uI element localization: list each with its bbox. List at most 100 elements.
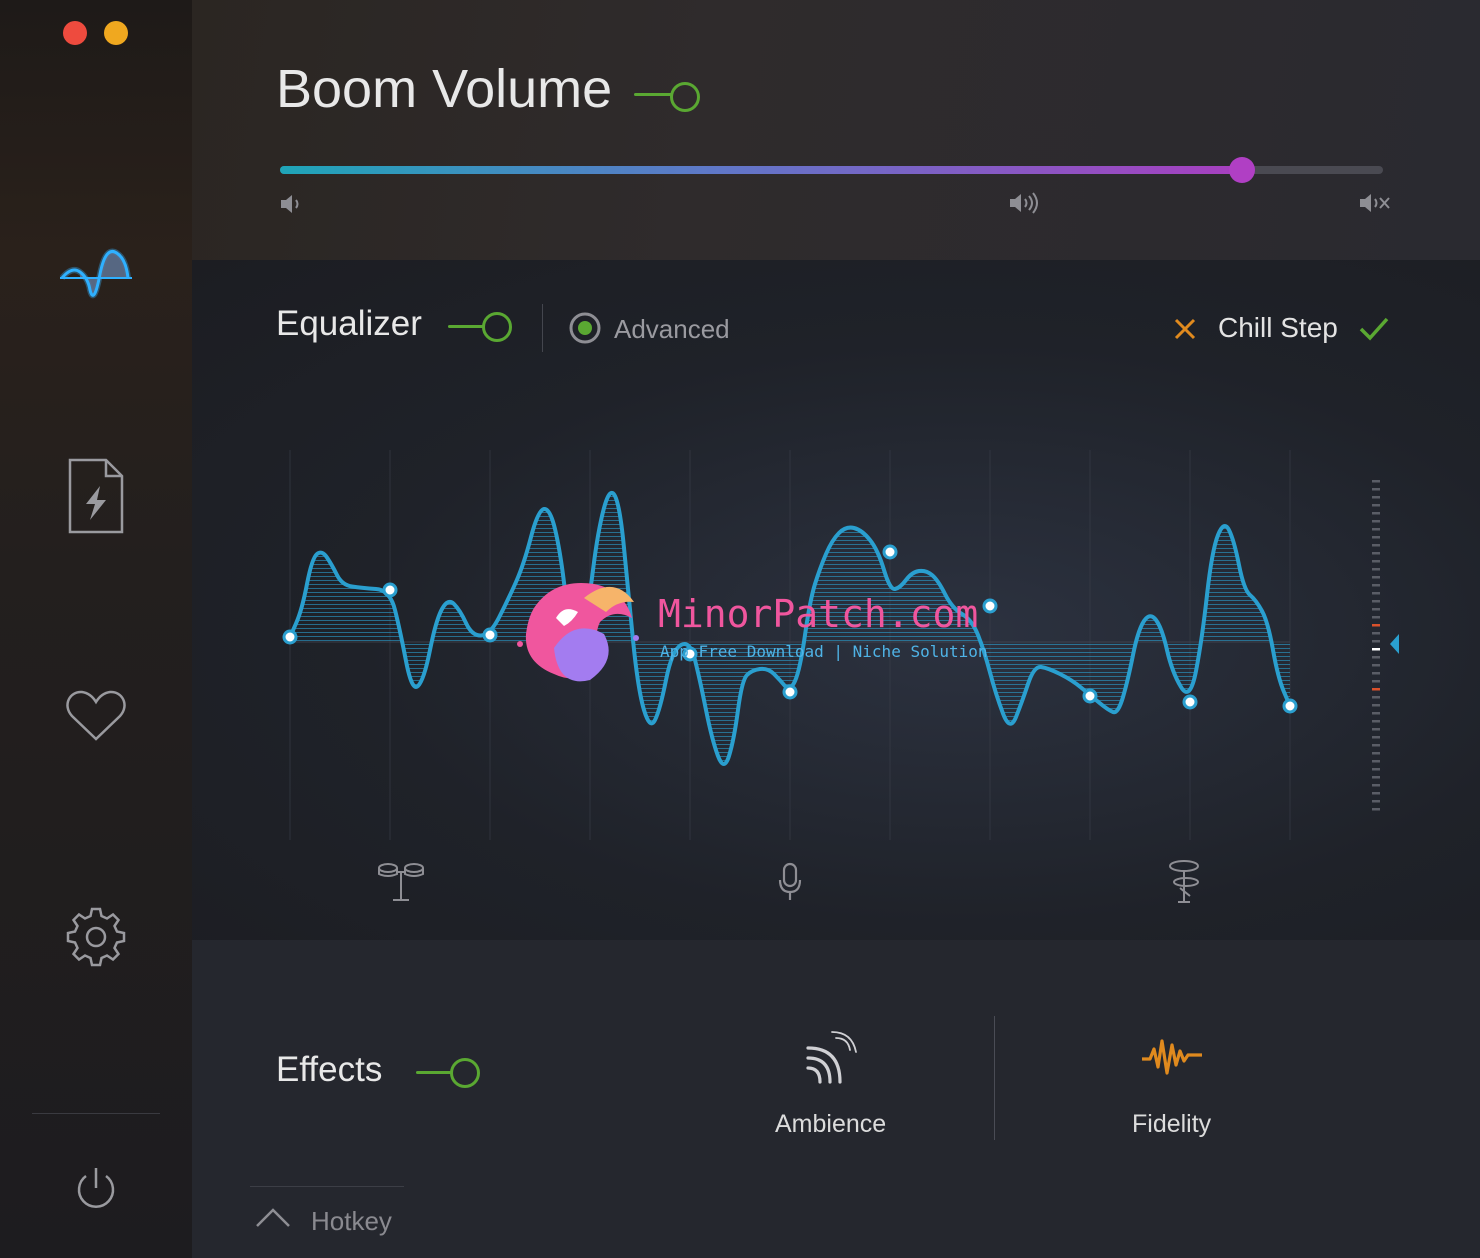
sidebar (0, 0, 192, 1258)
sidebar-item-file[interactable] (52, 452, 140, 540)
meter-tick (1372, 664, 1380, 667)
meter-tick (1372, 608, 1380, 611)
meter-tick (1372, 776, 1380, 779)
gear-icon (66, 907, 126, 967)
meter-tick (1372, 504, 1380, 507)
volume-panel: Boom Volume (192, 0, 1480, 260)
meter-tick (1372, 616, 1380, 619)
file-bolt-icon (68, 458, 124, 534)
meter-tick (1372, 752, 1380, 755)
effects-panel: Effects Ambience Fidelity Hotkey (192, 940, 1480, 1258)
volume-slider-fill (280, 166, 1242, 174)
meter-tick (1372, 792, 1380, 795)
meter-tick (1372, 688, 1380, 691)
meter-tick (1372, 496, 1380, 499)
meter-tick (1372, 576, 1380, 579)
equalizer-title: Equalizer (276, 304, 422, 343)
hotkey-label: Hotkey (311, 1206, 392, 1236)
sidebar-item-equalizer[interactable] (52, 226, 140, 314)
sidebar-item-favorites[interactable] (52, 672, 140, 760)
chevron-up-icon (256, 1208, 290, 1227)
eq-band-handle[interactable] (482, 627, 498, 643)
volume-high-icon (1010, 192, 1038, 214)
check-icon[interactable] (1358, 316, 1390, 342)
fidelity-wave-icon (1142, 1039, 1202, 1075)
watermark-logo-icon (517, 583, 639, 682)
cymbal-icon (1169, 860, 1199, 903)
meter-tick (1372, 632, 1380, 635)
minimize-window-button[interactable] (104, 21, 128, 45)
advanced-label: Advanced (614, 314, 730, 344)
meter-tick (1372, 768, 1380, 771)
ambience-icon (806, 1031, 857, 1084)
watermark: MinorPatch.com App Free Download | Niche… (514, 578, 988, 688)
meter-tick (1372, 512, 1380, 515)
heart-icon (66, 690, 126, 741)
sine-wave-icon (59, 248, 132, 299)
effects-title: Effects (276, 1050, 383, 1089)
meter-tick (1372, 672, 1380, 675)
power-icon (77, 1168, 115, 1208)
drums-icon (378, 863, 424, 901)
sidebar-item-settings[interactable] (52, 893, 140, 981)
meter-tick (1372, 592, 1380, 595)
meter-tick (1372, 624, 1380, 627)
meter-tick (1372, 536, 1380, 539)
watermark-subtitle: App Free Download | Niche Solution (660, 642, 988, 661)
eq-band-handle[interactable] (1082, 688, 1098, 704)
meter-tick (1372, 648, 1380, 651)
eq-band-handle[interactable] (382, 582, 398, 598)
sidebar-divider (32, 1113, 160, 1114)
volume-title: Boom Volume (276, 59, 613, 119)
meter-tick (1372, 600, 1380, 603)
meter-tick (1372, 784, 1380, 787)
radio-selected-icon (569, 312, 601, 344)
volume-low-icon (281, 195, 299, 213)
equalizer-header-divider (542, 304, 543, 352)
volume-slider-thumb[interactable] (1228, 157, 1255, 183)
meter-tick (1372, 760, 1380, 763)
meter-tick (1372, 696, 1380, 699)
eq-band-handle[interactable] (1182, 694, 1198, 710)
meter-tick (1372, 744, 1380, 747)
main-content: Boom Volume Equalizer Advanced Chill Ste… (192, 0, 1480, 1258)
effect-ambience-label: Ambience (775, 1110, 887, 1138)
effects-divider (994, 1016, 995, 1140)
eq-band-handle[interactable] (982, 598, 998, 614)
effect-fidelity-label: Fidelity (1132, 1110, 1212, 1138)
meter-marker-icon[interactable] (1390, 634, 1399, 654)
meter-tick (1372, 712, 1380, 715)
eq-band-handle[interactable] (882, 544, 898, 560)
eq-band-handle[interactable] (282, 629, 298, 645)
meter-tick (1372, 800, 1380, 803)
meter-tick (1372, 520, 1380, 523)
meter-tick (1372, 568, 1380, 571)
meter-tick (1372, 640, 1380, 643)
meter-tick (1372, 480, 1380, 483)
meter-tick (1372, 584, 1380, 587)
hotkey-divider (250, 1186, 404, 1187)
meter-tick (1372, 528, 1380, 531)
preset-name[interactable]: Chill Step (1218, 312, 1338, 344)
meter-tick (1372, 808, 1380, 811)
output-level-meter (1372, 480, 1399, 811)
meter-tick (1372, 720, 1380, 723)
meter-tick (1372, 488, 1380, 491)
volume-boost-icon (1360, 194, 1390, 212)
meter-tick (1372, 704, 1380, 707)
meter-tick (1372, 728, 1380, 731)
meter-tick (1372, 680, 1380, 683)
eq-band-handle[interactable] (1282, 698, 1298, 714)
meter-tick (1372, 656, 1380, 659)
meter-tick (1372, 544, 1380, 547)
boom-app-window: Boom Volume Equalizer Advanced Chill Ste… (0, 0, 1480, 1258)
x-icon[interactable] (1173, 317, 1197, 341)
watermark-title: MinorPatch.com (658, 592, 979, 636)
power-button[interactable] (52, 1144, 140, 1232)
meter-tick (1372, 560, 1380, 563)
volume-slider[interactable] (280, 157, 1383, 183)
microphone-icon (778, 862, 802, 900)
meter-tick (1372, 552, 1380, 555)
close-window-button[interactable] (63, 21, 87, 45)
meter-tick (1372, 736, 1380, 739)
